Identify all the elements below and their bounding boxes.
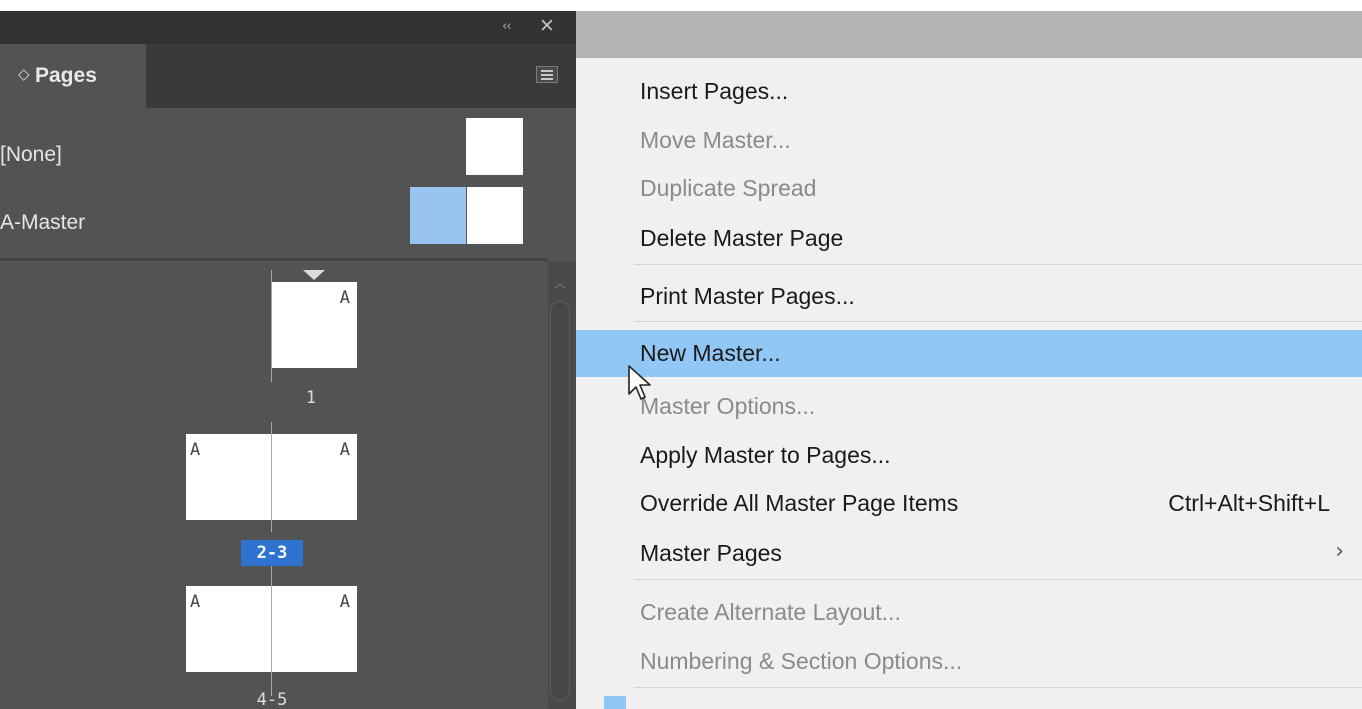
panel-title-bar: ‹‹ ✕ (0, 11, 576, 44)
menu-item-label: Numbering & Section Options... (640, 648, 963, 674)
close-icon[interactable]: ✕ (539, 15, 555, 37)
tab-pages[interactable]: ◇ Pages (0, 44, 146, 108)
hamburger-line (541, 74, 553, 76)
page-number-selected[interactable]: 2-3 (241, 540, 303, 566)
menu-item-apply-master-to-pages[interactable]: Apply Master to Pages... (576, 432, 1362, 479)
masters-section: [None] A-Master (0, 108, 576, 258)
master-prefix: A (190, 440, 201, 460)
page-number[interactable]: 4-5 (241, 690, 303, 709)
menu-item-override-all-master-page-items[interactable]: Override All Master Page Items Ctrl+Alt+… (576, 480, 1362, 527)
panel-menu-button[interactable] (536, 66, 558, 83)
double-chevron-left-icon[interactable]: ‹‹ (502, 19, 511, 34)
menu-item-move-master[interactable]: Move Master... (576, 117, 1362, 164)
master-thumbnail-right[interactable] (467, 187, 523, 244)
hamburger-menu-icon (541, 70, 553, 72)
menu-item-label: Override All Master Page Items (640, 490, 959, 516)
master-prefix: A (190, 592, 201, 612)
master-thumbnail[interactable] (466, 118, 523, 175)
current-page-marker-icon (303, 270, 325, 280)
menu-item-insert-pages[interactable]: Insert Pages... (576, 68, 1362, 115)
menu-item-numbering-section-options[interactable]: Numbering & Section Options... (576, 638, 1362, 685)
page-thumbnail-1[interactable]: A (272, 282, 357, 368)
spread-fold (271, 586, 272, 696)
menu-item-delete-master-page[interactable]: Delete Master Page (576, 215, 1362, 262)
menu-item-label: Duplicate Spread (640, 175, 817, 201)
menu-separator (634, 264, 1362, 265)
page-spine (271, 566, 272, 586)
menu-item-create-alternate-layout[interactable]: Create Alternate Layout... (576, 589, 1362, 636)
diamond-toggle-icon[interactable]: ◇ (18, 65, 30, 83)
menu-item-print-master-pages[interactable]: Print Master Pages... (576, 273, 1362, 320)
context-menu: Insert Pages... Move Master... Duplicate… (576, 58, 1362, 709)
menu-item-master-pages[interactable]: Master Pages › (576, 530, 1362, 577)
menu-separator (634, 321, 1362, 322)
mouse-pointer-icon (628, 365, 651, 400)
menu-item-label: Insert Pages... (640, 78, 789, 104)
menu-item-label: Create Alternate Layout... (640, 599, 901, 625)
master-prefix: A (339, 288, 350, 308)
menu-item-label: New Master... (640, 340, 781, 366)
menu-top-strip (576, 11, 1362, 58)
menu-item-duplicate-spread[interactable]: Duplicate Spread (576, 165, 1362, 212)
panel-tab-bar: ◇ Pages (0, 44, 576, 108)
scroll-up-icon[interactable]: ︿ (553, 273, 567, 293)
page-number[interactable]: 1 (296, 388, 326, 408)
master-thumbnail-left[interactable] (410, 187, 466, 244)
menu-separator (634, 579, 1362, 580)
menu-item-label: Apply Master to Pages... (640, 442, 891, 468)
tab-label: Pages (35, 64, 97, 87)
menu-item-label: Print Master Pages... (640, 283, 855, 309)
menu-item-shortcut: Ctrl+Alt+Shift+L (1168, 490, 1330, 516)
menu-item-label: Delete Master Page (640, 225, 844, 251)
master-prefix: A (339, 440, 350, 460)
spread-fold (271, 434, 272, 520)
menu-item-checkbox-icon (604, 696, 626, 709)
master-label: [None] (0, 143, 62, 166)
menu-separator (634, 687, 1362, 688)
menu-item-label: Move Master... (640, 127, 791, 153)
chevron-right-icon: › (1335, 539, 1344, 564)
scrollbar-thumb[interactable] (550, 301, 570, 701)
menu-item-label: Master Pages (640, 540, 782, 566)
indesign-window: ‹‹ ✕ ◇ Pages [None] A-Master ︿ A 1 A A 2… (0, 0, 1362, 709)
menu-item-master-options[interactable]: Master Options... (576, 383, 1362, 430)
master-label: A-Master (0, 211, 86, 234)
hamburger-line (541, 78, 553, 80)
master-prefix: A (339, 592, 350, 612)
menu-item-new-master[interactable]: New Master... (576, 330, 1362, 377)
menu-item-label: Master Options... (640, 393, 816, 419)
